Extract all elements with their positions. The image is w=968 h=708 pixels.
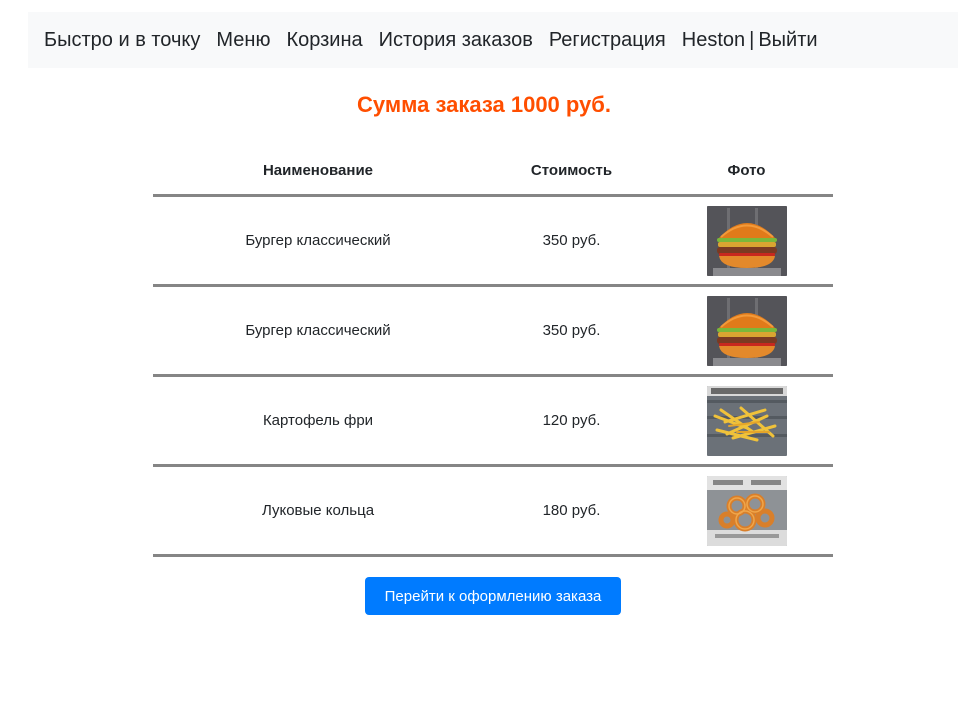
nav-user-block: Heston | Выйти (682, 29, 818, 52)
fries-photo (706, 385, 787, 456)
column-header-name: Наименование (153, 146, 483, 197)
item-photo-cell (660, 195, 833, 287)
item-price: 350 руб. (483, 195, 660, 287)
item-name: Бургер классический (153, 195, 483, 287)
table-header-row: Наименование Стоимость Фото (153, 146, 833, 197)
nav-cart-link[interactable]: Корзина (286, 29, 362, 52)
column-header-price: Стоимость (483, 146, 660, 197)
item-price: 120 руб. (483, 375, 660, 467)
onion-rings-image (706, 475, 787, 546)
nav-order-history-link[interactable]: История заказов (379, 29, 533, 52)
item-name: Луковые кольца (153, 465, 483, 557)
checkout-button[interactable]: Перейти к оформлению заказа (365, 577, 621, 615)
nav-register-link[interactable]: Регистрация (549, 29, 666, 52)
item-name: Бургер классический (153, 285, 483, 377)
onion-rings-photo (706, 475, 787, 546)
burger-photo (706, 205, 787, 276)
item-price: 180 руб. (483, 465, 660, 557)
order-total-title: Сумма заказа 1000 руб. (357, 92, 611, 117)
table-row: Бургер классический 350 руб. (153, 285, 833, 377)
fries-image (706, 385, 787, 456)
nav-menu-link[interactable]: Меню (216, 29, 270, 52)
item-price: 350 руб. (483, 285, 660, 377)
item-photo-cell (660, 375, 833, 467)
item-name: Картофель фри (153, 375, 483, 467)
table-row: Бургер классический 350 руб. (153, 195, 833, 287)
burger-image (706, 205, 787, 276)
order-table: Наименование Стоимость Фото Бургер класс… (153, 146, 833, 557)
navbar: Быстро и в точку Меню Корзина История за… (28, 12, 958, 68)
burger-photo (706, 295, 787, 366)
table-row: Картофель фри 120 руб. (153, 375, 833, 467)
column-header-photo: Фото (660, 146, 833, 197)
nav-user-name[interactable]: Heston (682, 29, 745, 52)
nav-brand-link[interactable]: Быстро и в точку (44, 29, 200, 52)
item-photo-cell (660, 465, 833, 557)
nav-logout-link[interactable]: Выйти (758, 29, 817, 52)
nav-user-separator: | (749, 28, 755, 51)
table-row: Луковые кольца 180 руб. (153, 465, 833, 557)
burger-image (706, 295, 787, 366)
item-photo-cell (660, 285, 833, 377)
